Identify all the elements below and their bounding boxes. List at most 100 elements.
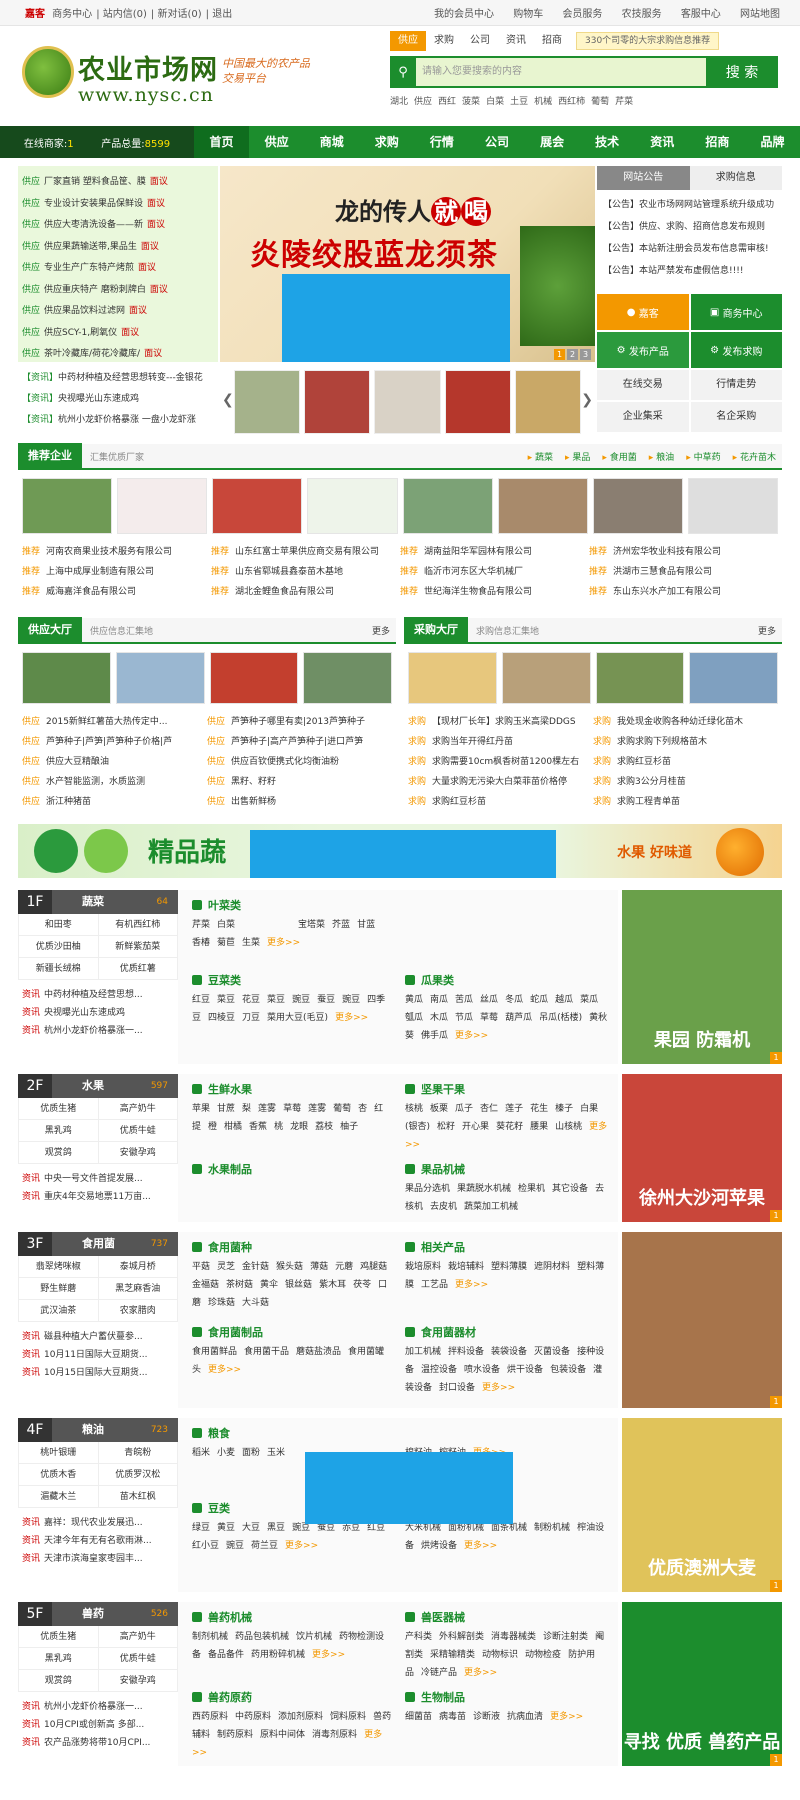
list-item[interactable]: 资讯 磁县种植大户蓄伏蔓参... [22,1328,174,1346]
tag-link[interactable]: 松籽 [437,1122,455,1132]
hot-keyword[interactable]: 芹菜 [615,97,633,107]
top-link-agri[interactable]: 农技服务 [622,9,662,20]
enterprise-image[interactable] [212,478,303,534]
tag-link[interactable]: 节瓜 [455,1013,473,1023]
nav-home[interactable]: 首页 [193,126,250,158]
list-item[interactable]: 求购 大量求购无污染大白菜菲苗价格停 [408,772,593,792]
link-famous-buy[interactable]: 名企采购 [690,402,782,432]
hall-image[interactable] [501,652,591,704]
enterprise-image[interactable] [497,478,588,534]
tag-link[interactable]: 豌豆 [226,1541,244,1551]
category-heading[interactable]: 兽药机械 [192,1608,397,1628]
tag-link[interactable]: 去皮机 [430,1202,457,1212]
grid-link[interactable]: 观赏鸽 [19,1142,99,1164]
nav-brand[interactable]: 品牌 [745,126,800,158]
tag-link[interactable]: 豌豆 [292,995,310,1005]
top-link-help[interactable]: 客服中心 [681,9,721,20]
category-heading[interactable]: 粮食 [192,1424,397,1444]
grid-link[interactable]: 优质生猪 [19,1626,99,1648]
grid-link[interactable]: 黑乳鸡 [19,1648,99,1670]
list-item[interactable]: 推荐 湖南益阳华军园林有限公司 [400,542,589,562]
tag-link[interactable]: 平菇 [192,1262,210,1272]
tag-link[interactable]: 莲雾 [308,1104,326,1114]
list-item[interactable]: 求购 【现材厂长年】求购玉米高梁DDGS [408,712,593,732]
tag-link[interactable]: 冷链产品 [421,1668,457,1678]
username[interactable]: 嘉客 [25,9,45,20]
more-link[interactable]: 更多>> [335,1013,368,1023]
list-item[interactable]: 求购 求购当年开得红丹苗 [408,732,593,752]
tag-link[interactable]: 西药原料 [192,1712,228,1722]
list-item[interactable]: 求购 我处现金收购各种幼迁绿化苗木 [593,712,778,732]
tag-link[interactable]: 稻米 [192,1448,210,1458]
chevron-left-icon[interactable]: ❮ [222,392,234,408]
list-item[interactable]: 求购 求购需要10cm枫香树苗1200棵左右 [408,752,593,772]
tag-link[interactable]: 葫芦瓜 [505,1013,532,1023]
list-item[interactable]: 供应 2015新鲜红薯苗大热传定中... [22,712,207,732]
category-heading[interactable]: 水果制品 [192,1160,397,1180]
list-item[interactable]: 求购 求购求购下列规格苗木 [593,732,778,752]
floor-title[interactable]: 2F 水果 597 [18,1074,178,1098]
tag-link[interactable]: 芹菜 [192,920,210,930]
post-product-button[interactable]: ⚙ 发布产品 [597,332,689,368]
tag-link[interactable]: 柑橘 [224,1122,242,1132]
link-enterprise-buy[interactable]: 企业集采 [597,402,689,432]
tag-link[interactable]: 烘烤设备 [421,1541,457,1551]
hall-image[interactable] [209,652,299,704]
category-heading[interactable]: 生鲜水果 [192,1080,397,1100]
search-tab-buy[interactable]: 求购 [426,31,462,51]
carousel-image[interactable] [374,370,441,434]
grid-link[interactable]: 黑芝麻香油 [98,1278,178,1300]
tag-link[interactable]: 食用菌鲜品 [192,1347,237,1357]
list-item[interactable]: 推荐 世纪海洋生物食品有限公司 [400,582,589,602]
tag-link[interactable]: 葵花籽 [496,1122,523,1132]
tag-link[interactable]: 温控设备 [421,1365,457,1375]
tag-link[interactable]: 面粉 [242,1448,260,1458]
enterprise-image[interactable] [117,478,208,534]
grid-link[interactable]: 翡翠烤咪椒 [19,1256,99,1278]
tag-link[interactable]: 果蔬脱水机械 [457,1184,511,1194]
grid-link[interactable]: 优质木香 [19,1464,99,1486]
tag-link[interactable]: 大斗菇 [242,1298,269,1308]
tag-link[interactable]: 烘干设备 [507,1365,543,1375]
user-button[interactable]: ● 嘉客 [597,294,689,330]
tag-link[interactable]: 茯苓 [353,1280,371,1290]
tag-link[interactable]: 遮阴材料 [534,1262,570,1272]
nav-news[interactable]: 资讯 [635,126,690,158]
tag-link[interactable]: 生菜 [242,938,260,948]
category-heading[interactable]: 瓜果类 [405,971,610,991]
tag-link[interactable]: 葡萄 [333,1104,351,1114]
grid-link[interactable]: 青皖粉 [98,1442,178,1464]
carousel-image[interactable] [234,370,301,434]
tag-link[interactable]: 采精输精类 [430,1650,475,1660]
floor-title[interactable]: 4F 粮油 723 [18,1418,178,1442]
tag-link[interactable]: 金针菇 [242,1262,269,1272]
ad-placeholder[interactable] [305,1452,513,1524]
list-item[interactable]: 【公告】本站严禁发布虚假信息!!!! [603,260,776,282]
floor-ad[interactable]: 寻找 优质 兽药产品 1 [622,1602,782,1766]
tag-link[interactable]: 食用菌干品 [244,1347,289,1357]
tag-link[interactable]: 四棱豆 [208,1013,235,1023]
tag-link[interactable]: 刀豆 [242,1013,260,1023]
tag-link[interactable]: 饮片机械 [296,1632,332,1642]
list-item[interactable]: 资讯 杭州小龙虾价格暴涨一... [22,1698,174,1716]
list-item[interactable]: 资讯 天津今年有无有名歌雨淋... [22,1532,174,1550]
top-link-service[interactable]: 会员服务 [562,9,602,20]
list-item[interactable]: 推荐 临沂市河东区大华机械厂 [400,562,589,582]
promo-banner[interactable]: 精品蔬 水果 好味道 [18,824,782,878]
grid-link[interactable]: 优质罗汉松 [98,1464,178,1486]
category-heading[interactable]: 相关产品 [405,1238,610,1258]
tag-link[interactable]: 甘蓝 [357,920,375,930]
hot-keyword[interactable]: 葡萄 [591,97,609,107]
list-item[interactable]: 【资讯】中药材种植及经营思想转变---金银花 [22,368,214,389]
tag-link[interactable]: 白菜 [217,920,235,930]
category-heading[interactable]: 食用菌器材 [405,1323,610,1343]
tag-link[interactable]: 菜用大豆(毛豆) [267,1013,328,1023]
tag-link[interactable]: 制粉机械 [534,1523,570,1533]
grid-link[interactable]: 农家腊肉 [98,1300,178,1322]
tag-link[interactable]: 板栗 [430,1104,448,1114]
tag-link[interactable]: 菜豆 [267,995,285,1005]
carousel-image[interactable] [304,370,371,434]
search-tab-company[interactable]: 公司 [462,31,498,51]
tag-link[interactable]: 橙 [208,1122,217,1132]
hot-keyword[interactable]: 西红柿 [558,97,585,107]
